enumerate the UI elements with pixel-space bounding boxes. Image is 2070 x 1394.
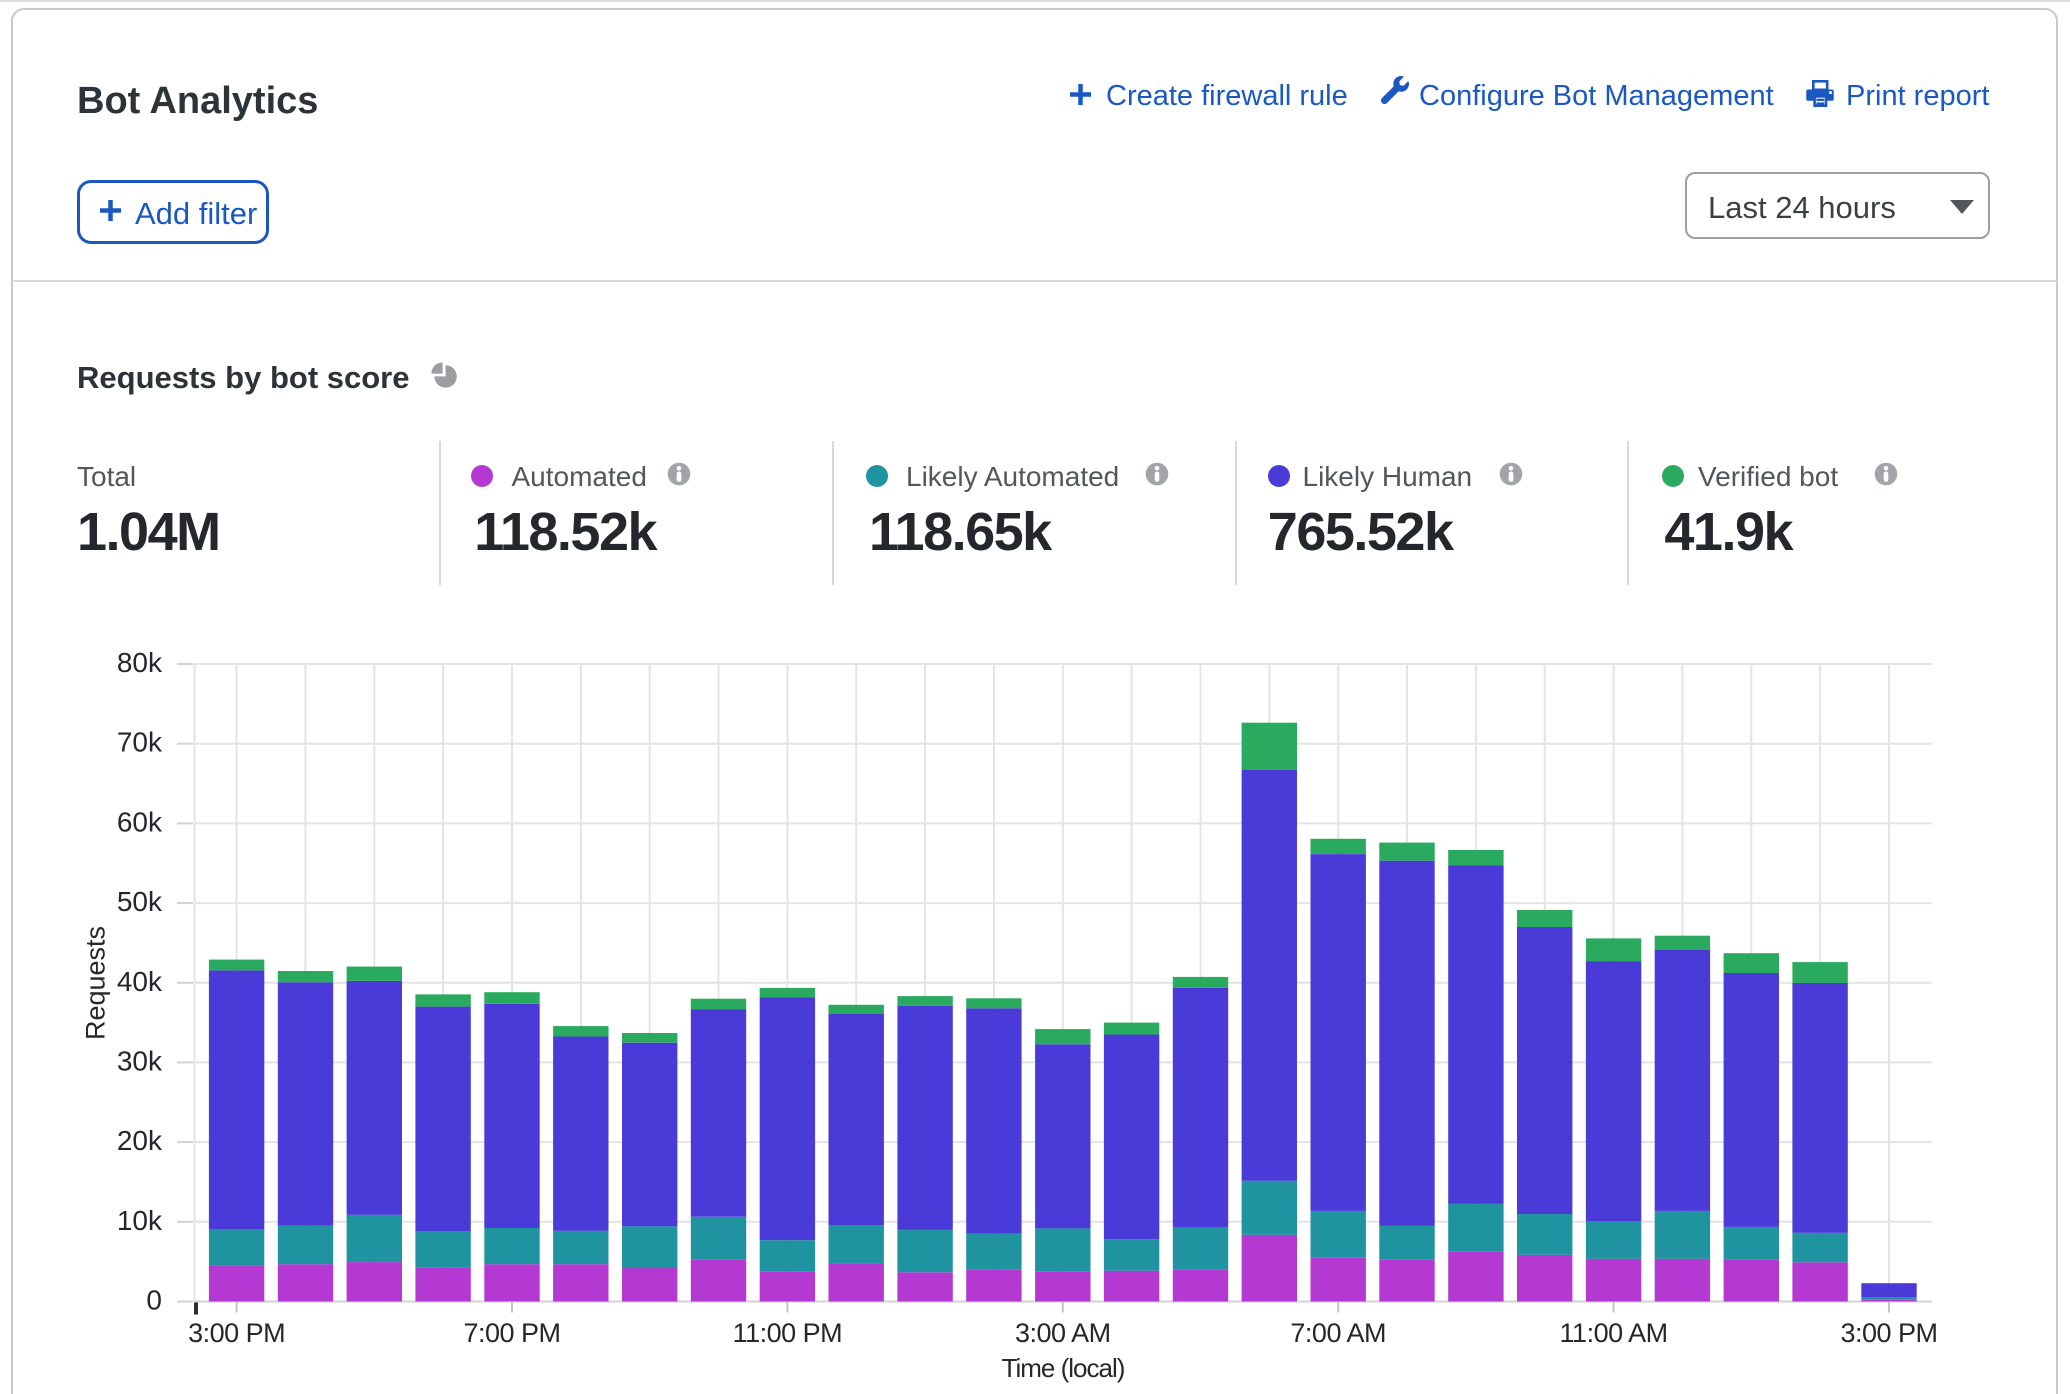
svg-text:60k: 60k xyxy=(117,806,163,837)
svg-text:11:00 AM: 11:00 AM xyxy=(1560,1318,1668,1348)
svg-text:30k: 30k xyxy=(117,1045,163,1076)
svg-text:Requests: Requests xyxy=(81,926,111,1040)
svg-text:10k: 10k xyxy=(117,1205,163,1236)
svg-text:7:00 PM: 7:00 PM xyxy=(463,1318,560,1348)
svg-text:11:00 PM: 11:00 PM xyxy=(733,1318,843,1348)
svg-text:0: 0 xyxy=(146,1285,162,1316)
svg-text:7:00 AM: 7:00 AM xyxy=(1290,1318,1386,1348)
svg-text:20k: 20k xyxy=(117,1125,163,1156)
svg-text:Time (local): Time (local) xyxy=(1002,1353,1125,1383)
svg-text:40k: 40k xyxy=(117,966,163,997)
svg-text:3:00 PM: 3:00 PM xyxy=(1840,1318,1937,1348)
svg-text:3:00 PM: 3:00 PM xyxy=(188,1318,285,1348)
svg-text:80k: 80k xyxy=(117,647,163,678)
svg-text:70k: 70k xyxy=(117,727,163,758)
svg-text:50k: 50k xyxy=(117,886,163,917)
svg-text:3:00 AM: 3:00 AM xyxy=(1015,1318,1111,1348)
